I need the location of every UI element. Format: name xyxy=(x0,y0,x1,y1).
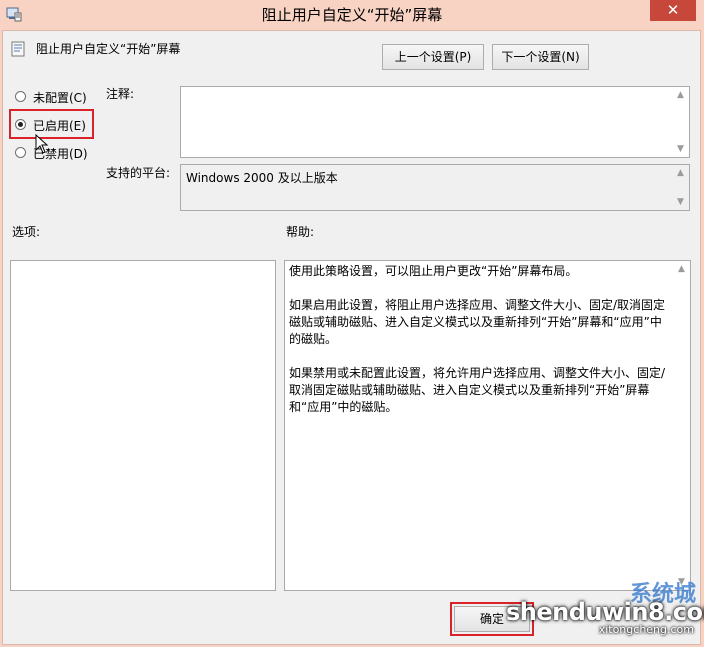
previous-setting-button[interactable]: 上一个设置(P) xyxy=(382,44,484,70)
platform-field: Windows 2000 及以上版本 ▲ ▼ xyxy=(180,164,690,211)
help-scrollbar[interactable]: ▲ ▼ xyxy=(673,261,690,590)
next-setting-button[interactable]: 下一个设置(N) xyxy=(492,44,589,70)
platform-scrollbar[interactable]: ▲ ▼ xyxy=(672,165,689,210)
platform-value: Windows 2000 及以上版本 xyxy=(186,171,338,185)
disabled-radio[interactable] xyxy=(15,147,26,158)
watermark-sub: xitongcheng.com xyxy=(598,623,694,636)
help-text: 使用此策略设置，可以阻止用户更改“开始”屏幕布局。 如果启用此设置，将阻止用户选… xyxy=(289,263,670,433)
scroll-up-icon[interactable]: ▲ xyxy=(673,264,690,274)
scroll-up-icon[interactable]: ▲ xyxy=(672,90,689,100)
help-paragraph-1: 使用此策略设置，可以阻止用户更改“开始”屏幕布局。 xyxy=(289,264,578,278)
help-paragraph-2: 如果启用此设置，将阻止用户选择应用、调整文件大小、固定/取消固定磁贴或辅助磁贴、… xyxy=(289,298,666,346)
comment-scrollbar[interactable]: ▲ ▼ xyxy=(672,87,689,157)
dialog-client-area: 阻止用户自定义“开始”屏幕 上一个设置(P) 下一个设置(N) 未配置(C) 已… xyxy=(2,30,704,645)
scroll-down-icon[interactable]: ▼ xyxy=(672,197,689,207)
scroll-up-icon[interactable]: ▲ xyxy=(672,168,689,178)
policy-dialog-window: 阻止用户自定义“开始”屏幕 ✕ 阻止用户自定义“开始”屏幕 上一个设置(P) 下… xyxy=(0,0,704,647)
title-bar[interactable]: 阻止用户自定义“开始”屏幕 ✕ xyxy=(0,0,704,28)
watermark: 系统城 shenduwin8.com xitongcheng.com xyxy=(506,582,704,638)
comment-label: 注释: xyxy=(106,87,135,101)
window-title: 阻止用户自定义“开始”屏幕 xyxy=(261,6,443,24)
policy-name: 阻止用户自定义“开始”屏幕 xyxy=(36,42,181,56)
mouse-cursor-icon xyxy=(35,134,49,154)
watermark-brand: shenduwin8.com xyxy=(506,598,704,626)
scroll-down-icon[interactable]: ▼ xyxy=(672,144,689,154)
help-label: 帮助: xyxy=(286,225,315,239)
not-configured-label[interactable]: 未配置(C) xyxy=(33,89,87,106)
options-label: 选项: xyxy=(12,225,41,239)
help-paragraph-3: 如果禁用或未配置此设置，将允许用户选择应用、调整文件大小、固定/取消固定磁贴或辅… xyxy=(289,366,666,414)
close-button[interactable]: ✕ xyxy=(650,0,696,21)
enabled-highlight-frame xyxy=(9,109,94,139)
comment-textarea[interactable]: ▲ ▼ xyxy=(180,86,690,158)
help-panel: 使用此策略设置，可以阻止用户更改“开始”屏幕布局。 如果启用此设置，将阻止用户选… xyxy=(284,260,691,591)
policy-setting-icon xyxy=(11,41,25,57)
options-panel xyxy=(10,260,276,591)
platform-label: 支持的平台: xyxy=(106,166,171,180)
not-configured-radio[interactable] xyxy=(15,91,26,102)
